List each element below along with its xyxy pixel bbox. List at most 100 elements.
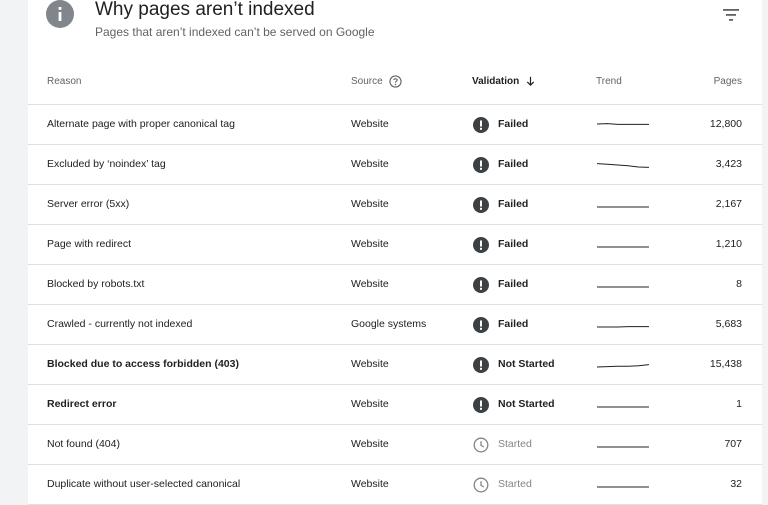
error-icon	[473, 116, 489, 133]
validation-cell: Started	[473, 465, 532, 504]
table-row[interactable]: Duplicate without user-selected canonica…	[28, 465, 762, 505]
pages-cell: 12,800	[709, 118, 742, 130]
validation-label: Failed	[498, 238, 529, 250]
pages-cell: 707	[724, 438, 742, 450]
reasons-table: Reason Source Validation Trend Pages Alt…	[28, 62, 762, 505]
validation-cell: Failed	[473, 105, 528, 144]
error-icon	[473, 236, 489, 253]
reason-cell: Not found (404)	[47, 438, 120, 450]
source-cell: Website	[351, 118, 389, 130]
trend-sparkline	[597, 326, 649, 328]
validation-cell: Failed	[473, 145, 528, 184]
trend-sparkline	[596, 163, 650, 168]
trend-cell	[596, 465, 650, 504]
column-header-source[interactable]: Source	[351, 62, 402, 105]
trend-cell	[596, 305, 650, 344]
table-row[interactable]: Server error (5xx) Website Failed 2,167	[28, 185, 762, 225]
source-cell: Website	[351, 278, 389, 290]
reason-cell: Crawled - currently not indexed	[47, 318, 193, 330]
error-icon	[473, 276, 489, 293]
table-row[interactable]: Blocked by robots.txt Website Failed 8	[28, 265, 762, 305]
trend-cell	[596, 385, 650, 424]
validation-cell: Failed	[473, 225, 528, 264]
reason-cell: Duplicate without user-selected canonica…	[47, 478, 241, 490]
reason-cell: Redirect error	[47, 398, 117, 410]
trend-sparkline	[596, 123, 649, 125]
reason-cell: Server error (5xx)	[47, 198, 130, 210]
validation-label: Started	[498, 438, 532, 450]
trend-cell	[596, 145, 650, 184]
validation-label: Failed	[498, 198, 529, 210]
table-row[interactable]: Excluded by ‘noindex’ tag Website Failed 3,…	[28, 145, 762, 185]
trend-line	[596, 123, 649, 125]
column-header-validation[interactable]: Validation	[472, 62, 536, 105]
reason-cell: Page with redirect	[47, 238, 132, 250]
card-header: Why pages aren’t indexed Pages that aren…	[28, 0, 762, 62]
source-cell: Website	[351, 478, 389, 490]
reason-cell: Blocked due to access forbidden (403)	[47, 358, 239, 370]
reason-cell: Excluded by ‘noindex’ tag	[47, 158, 166, 170]
arrow-down-icon	[527, 76, 535, 86]
card-subtitle: Pages that aren’t indexed can’t be serve…	[95, 25, 375, 39]
trend-cell	[596, 225, 650, 264]
table-row[interactable]: Redirect error Website Not Started 1	[28, 385, 762, 425]
clock-icon	[473, 477, 489, 492]
table-header: Reason Source Validation Trend Pages	[28, 62, 762, 105]
trend-line	[596, 163, 650, 168]
trend-sparkline	[597, 446, 649, 448]
table-row[interactable]: Crawled - currently not indexed Google sy…	[28, 305, 762, 345]
column-header-validation-label: Validation	[472, 76, 520, 87]
trend-cell	[596, 265, 650, 304]
validation-cell: Not Started	[473, 345, 555, 384]
trend-sparkline	[596, 364, 650, 368]
trend-cell	[596, 105, 650, 144]
reason-cell: Blocked by robots.txt	[47, 278, 145, 290]
error-icon	[473, 316, 489, 333]
trend-cell	[596, 345, 650, 384]
not-indexed-card: Why pages aren’t indexed Pages that aren…	[28, 0, 762, 505]
help-icon[interactable]	[389, 75, 402, 88]
column-header-reason[interactable]: Reason	[47, 62, 81, 105]
validation-label: Started	[498, 478, 532, 490]
column-header-trend-label: Trend	[596, 76, 622, 87]
table-row[interactable]: Alternate page with proper canonical tag…	[28, 105, 762, 145]
column-header-trend: Trend	[596, 62, 622, 105]
pages-cell: 2,167	[715, 198, 742, 210]
validation-label: Failed	[498, 118, 529, 130]
info-icon	[46, 0, 74, 28]
column-header-pages[interactable]: Pages	[714, 62, 742, 105]
validation-cell: Failed	[473, 305, 528, 344]
pages-cell: 1	[736, 398, 742, 410]
validation-cell: Started	[473, 425, 532, 464]
trend-cell	[596, 425, 650, 464]
source-cell: Website	[351, 238, 389, 250]
pages-cell: 32	[730, 478, 742, 490]
source-cell: Website	[351, 438, 389, 450]
column-header-pages-label: Pages	[713, 76, 742, 87]
pages-cell: 3,423	[715, 158, 742, 170]
pages-cell: 15,438	[709, 358, 742, 370]
table-row[interactable]: Blocked due to access forbidden (403) Web…	[28, 345, 762, 385]
column-header-reason-label: Reason	[47, 76, 82, 87]
source-cell: Website	[351, 198, 389, 210]
filter-icon[interactable]	[723, 8, 741, 22]
source-cell: Website	[351, 158, 389, 170]
table-row[interactable]: Not found (404) Website Started 707	[28, 425, 762, 465]
clock-icon	[473, 437, 489, 452]
trend-sparkline	[597, 246, 649, 248]
validation-label: Failed	[498, 278, 529, 290]
pages-cell: 1,210	[715, 238, 742, 250]
validation-label: Failed	[498, 158, 529, 170]
column-header-source-label: Source	[351, 76, 383, 87]
error-icon	[473, 396, 489, 413]
error-icon	[473, 196, 489, 213]
trend-line	[596, 364, 650, 368]
source-cell: Website	[351, 358, 389, 370]
trend-sparkline	[597, 486, 649, 488]
error-icon	[473, 156, 489, 173]
reason-cell: Alternate page with proper canonical tag	[47, 118, 235, 130]
error-icon	[473, 356, 489, 373]
validation-cell: Failed	[473, 265, 528, 304]
table-body: Alternate page with proper canonical tag…	[28, 105, 762, 505]
table-row[interactable]: Page with redirect Website Failed 1,210	[28, 225, 762, 265]
